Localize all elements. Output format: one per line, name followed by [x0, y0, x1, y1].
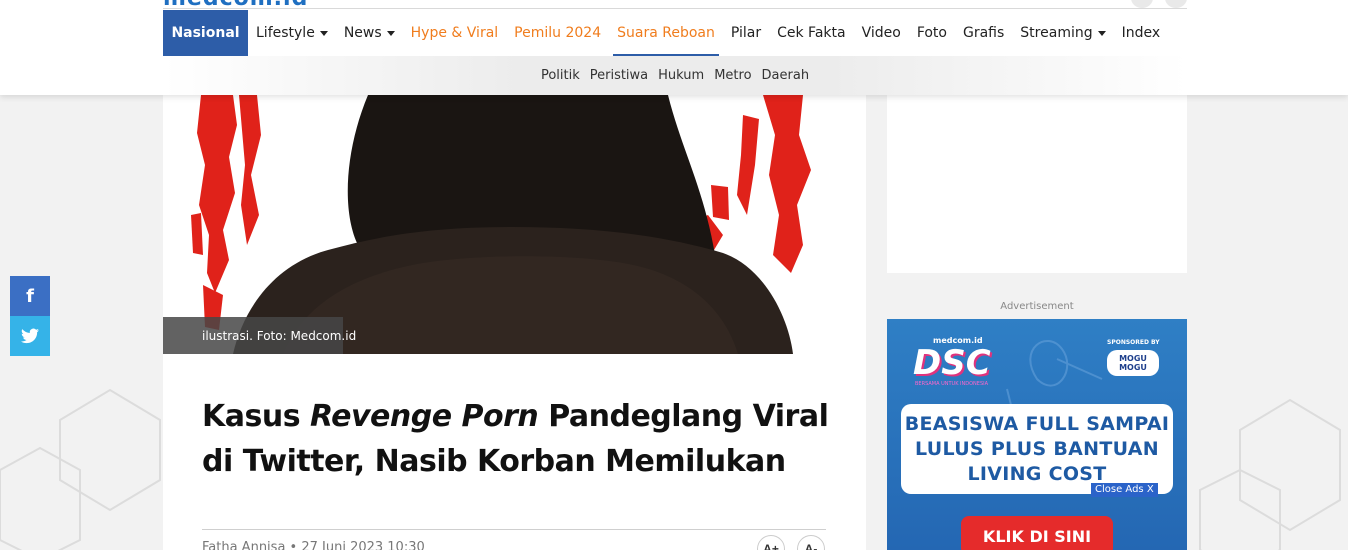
headline-text: Kasus	[202, 399, 311, 434]
close-ads-button[interactable]: Close Ads X	[1091, 483, 1158, 497]
nav-item-foto[interactable]: Foto	[909, 10, 955, 56]
nav-item-grafis[interactable]: Grafis	[955, 10, 1012, 56]
nav-item-suara-reboan[interactable]: Suara Reboan	[609, 10, 723, 56]
article-hero-image: ilustrasi. Foto: Medcom.id	[163, 95, 866, 354]
article-byline: Fatha Annisa • 27 Juni 2023 10:30	[202, 540, 425, 550]
subnav-item-hukum[interactable]: Hukum	[653, 68, 709, 83]
user-icon[interactable]	[1165, 0, 1187, 8]
sub-nav: Politik Peristiwa Hukum Metro Daerah	[163, 56, 1187, 95]
hero-illustration	[163, 95, 866, 354]
search-icon[interactable]	[1131, 0, 1153, 8]
nav-item-cek-fakta[interactable]: Cek Fakta	[769, 10, 853, 56]
subnav-item-peristiwa[interactable]: Peristiwa	[585, 68, 653, 83]
dsc-logo-text: DSC	[913, 343, 991, 383]
sponsor-label: SPONSORED BY	[1107, 339, 1160, 346]
main-nav: Nasional Lifestyle News Hype & Viral Pem…	[163, 10, 1168, 56]
nav-item-nasional[interactable]: Nasional	[163, 10, 248, 56]
logo-bar: medcom.id	[163, 0, 1187, 9]
ad-slot-top	[887, 95, 1187, 273]
advertisement-label: Advertisement	[1000, 301, 1074, 312]
divider	[202, 529, 826, 530]
nav-item-streaming[interactable]: Streaming	[1012, 10, 1113, 56]
chevron-down-icon	[1097, 30, 1106, 36]
ad-cta-button[interactable]: KLIK DI SINI	[961, 516, 1113, 550]
nav-item-label: News	[343, 25, 382, 41]
chevron-down-icon	[386, 30, 395, 36]
ad-banner[interactable]: medcom.id DSC BERSAMA UNTUK INDONESIA SP…	[887, 319, 1187, 550]
font-increase-button[interactable]: A+	[757, 535, 785, 550]
ad-headline-line: LULUS PLUS BANTUAN	[915, 437, 1159, 460]
headline-italic-text: Revenge Porn	[310, 399, 539, 434]
nav-item-news[interactable]: News	[336, 10, 403, 56]
ad-sponsor: SPONSORED BY MOGU MOGU	[1107, 339, 1160, 376]
dsc-logo-subtext: BERSAMA UNTUK INDONESIA	[915, 381, 989, 387]
nav-item-video[interactable]: Video	[854, 10, 909, 56]
subnav-item-metro[interactable]: Metro	[709, 68, 756, 83]
site-logo[interactable]: medcom.id	[163, 0, 308, 8]
sponsor-logo: MOGU MOGU	[1107, 350, 1159, 376]
site-header: medcom.id Nasional Lifestyle News Hype &…	[0, 0, 1348, 95]
nav-item-hype-viral[interactable]: Hype & Viral	[403, 10, 507, 56]
subnav-item-daerah[interactable]: Daerah	[757, 68, 815, 83]
nav-item-pilar[interactable]: Pilar	[723, 10, 769, 56]
article-headline: Kasus Revenge Porn Pandeglang Viral di T…	[202, 394, 832, 484]
chevron-down-icon	[319, 30, 328, 36]
facebook-share-button[interactable]: f	[10, 276, 50, 316]
nav-item-label: Streaming	[1020, 25, 1093, 41]
twitter-icon	[21, 328, 39, 344]
nav-item-index[interactable]: Index	[1114, 10, 1169, 56]
header-utility-icons	[1119, 0, 1187, 8]
subnav-item-politik[interactable]: Politik	[536, 68, 585, 83]
ad-headline-line: LIVING COST	[967, 462, 1107, 485]
image-caption: ilustrasi. Foto: Medcom.id	[163, 317, 356, 354]
nav-item-label: Lifestyle	[256, 25, 315, 41]
nav-item-pemilu-2024[interactable]: Pemilu 2024	[506, 10, 609, 56]
ad-headline-line: BEASISWA FULL SAMPAI	[904, 412, 1170, 435]
article-card: Kasus Revenge Porn Pandeglang Viral di T…	[163, 354, 866, 550]
font-decrease-button[interactable]: A-	[797, 535, 825, 550]
ad-headline-box: BEASISWA FULL SAMPAI LULUS PLUS BANTUAN …	[901, 404, 1173, 494]
facebook-icon: f	[26, 285, 34, 307]
twitter-share-button[interactable]	[10, 316, 50, 356]
nav-item-lifestyle[interactable]: Lifestyle	[248, 10, 336, 56]
dsc-logo: medcom.id DSC BERSAMA UNTUK INDONESIA	[913, 336, 991, 387]
